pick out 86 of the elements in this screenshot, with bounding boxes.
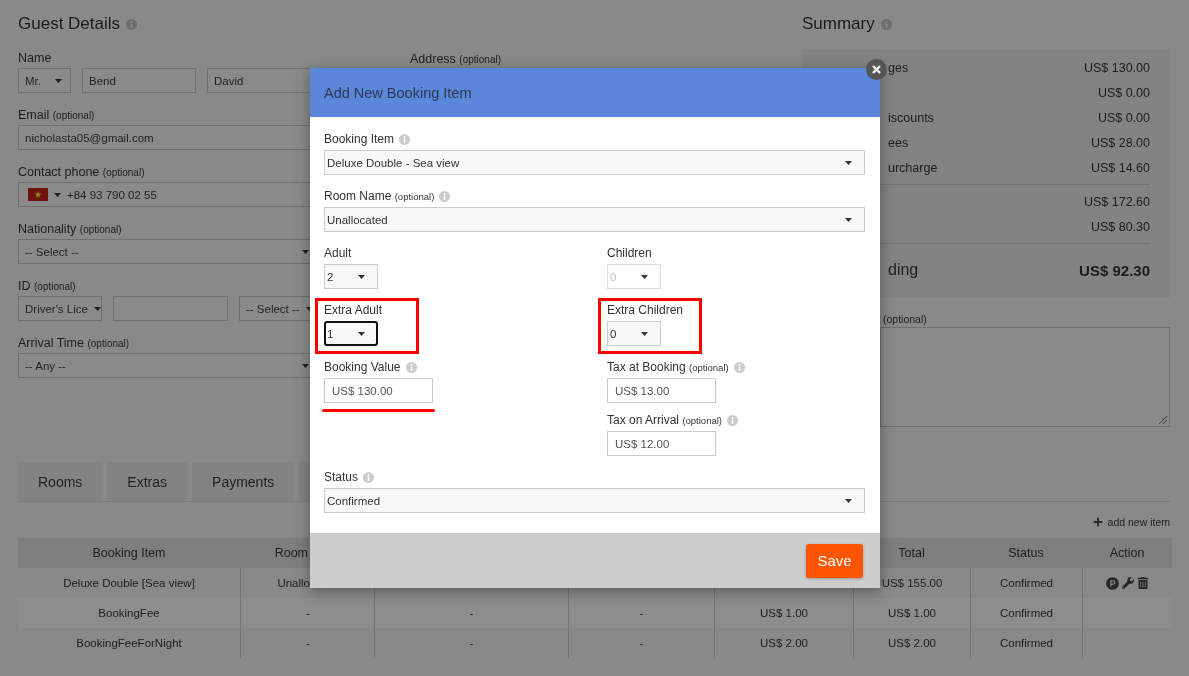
tab[interactable]: Rooms — [18, 462, 103, 501]
caret-icon — [641, 331, 648, 336]
input-field[interactable]: US$ 130.00 — [324, 378, 433, 403]
table-cell: - — [374, 628, 568, 658]
summary-label: iscounts — [888, 110, 934, 125]
field-label: Contact phone (optional) — [18, 165, 146, 179]
summary-amount: US$ 0.00 — [1097, 85, 1150, 100]
caret-icon — [845, 498, 852, 503]
field-label: Booking Value — [324, 360, 401, 374]
notes-field[interactable] — [880, 327, 1170, 427]
caret-icon — [845, 217, 852, 222]
field-label: ID (optional) — [18, 279, 77, 293]
summary-amount: US$ 28.00 — [1090, 135, 1150, 150]
summary-amount: US$ 80.30 — [1090, 219, 1150, 234]
summary-amount: US$ 130.00 — [1083, 60, 1150, 75]
column-header: Action — [1108, 545, 1146, 562]
summary-label: ges — [888, 60, 909, 75]
caret-icon — [302, 363, 309, 368]
caret-icon — [358, 274, 365, 279]
resize-grip-icon — [1159, 416, 1167, 424]
table-cell-text: BookingFeeForNight — [75, 636, 183, 651]
input-field[interactable] — [113, 296, 228, 321]
column-header: Booking Item — [91, 545, 167, 562]
caret-icon — [93, 306, 101, 311]
table-cell: - — [240, 628, 374, 658]
field-label: (optional) — [883, 312, 928, 326]
field-label: Email (optional) — [18, 108, 96, 122]
circled-p-icon[interactable] — [1106, 576, 1119, 590]
summary-label: ding — [888, 261, 919, 279]
summary-amount: US$ 0.00 — [1097, 110, 1150, 125]
field-label: Tax at Booking (optional) — [607, 359, 729, 375]
caret-icon — [55, 78, 62, 83]
select-field[interactable]: 0 — [607, 321, 661, 346]
caret-icon — [54, 192, 61, 197]
table-cell-text: Deluxe Double [Sea view] — [62, 576, 196, 591]
summary-label: ees — [888, 135, 909, 150]
close-icon — [872, 65, 881, 74]
wrench-icon[interactable] — [1122, 577, 1134, 589]
flag-icon — [28, 188, 48, 201]
select-field[interactable]: Unallocated — [324, 207, 865, 232]
column-header: Room — [273, 545, 309, 562]
summary-amount: US$ 14.60 — [1090, 160, 1150, 175]
input-field[interactable]: Bend — [82, 68, 196, 93]
add-item-link[interactable]: add new item — [1092, 515, 1170, 529]
trash-icon[interactable] — [1137, 577, 1149, 589]
select-field[interactable]: Confirmed — [324, 488, 865, 513]
input-field[interactable]: US$ 13.00 — [607, 378, 716, 403]
tab[interactable]: Payments — [192, 462, 295, 501]
field-label: Extra Children — [607, 303, 684, 317]
select-field[interactable]: Driver's Lice — [18, 296, 102, 321]
plus-icon — [1092, 517, 1103, 527]
field-label: Nationality (optional) — [18, 222, 123, 236]
select-field[interactable]: 1 — [324, 321, 378, 346]
column-header: Total — [897, 545, 926, 562]
table-cell: Confirmed — [970, 628, 1082, 658]
section-title: Summary — [802, 14, 875, 34]
table-cell: US$ 2.00 — [714, 628, 853, 658]
save-button[interactable]: Save — [806, 543, 863, 578]
field-label: Room Name (optional) — [324, 188, 435, 204]
select-field[interactable]: 2 — [324, 264, 378, 289]
field-label: Tax on Arrival (optional) — [607, 412, 722, 428]
table-cell: US$ 2.00 — [853, 628, 970, 658]
field-label: Arrival Time (optional) — [18, 336, 131, 350]
column-header: Status — [1007, 545, 1045, 562]
field-label: Name — [18, 51, 53, 65]
caret-icon — [302, 249, 309, 254]
table-cell-text: BookingFee — [97, 606, 161, 621]
caret-icon — [358, 331, 365, 336]
section-title: Guest Details — [18, 14, 121, 34]
dialog-title: Add New Booking Item — [324, 84, 472, 101]
summary-amount: US$ 92.30 — [1079, 261, 1150, 279]
summary-label: urcharge — [888, 160, 938, 175]
field-label: Extra Adult — [324, 303, 383, 317]
caret-icon — [641, 274, 648, 279]
summary-amount: US$ 172.60 — [1083, 194, 1150, 209]
tab[interactable]: Extras — [107, 462, 188, 501]
caret-icon — [845, 160, 852, 165]
field-label: Status — [324, 470, 359, 484]
select-field[interactable]: Deluxe Double - Sea view — [324, 150, 865, 175]
select-field[interactable]: Mr. — [18, 68, 71, 93]
input-field[interactable]: US$ 12.00 — [607, 431, 716, 456]
field-label: Adult — [324, 246, 352, 260]
field-label: Address (optional) — [410, 52, 503, 66]
field-label: Booking Item — [324, 132, 395, 146]
field-label: Children — [607, 246, 652, 260]
table-cell: - — [568, 628, 714, 658]
